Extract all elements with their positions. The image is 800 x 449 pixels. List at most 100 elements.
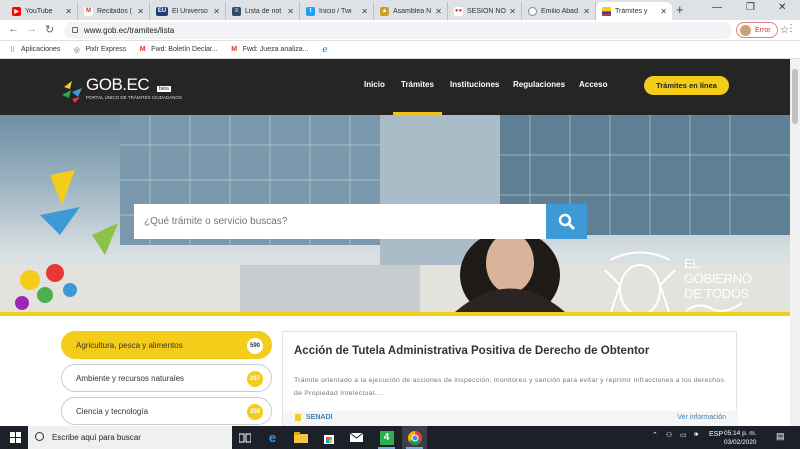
lock-icon [72,27,78,33]
tramite-title[interactable]: Acción de Tutela Administrativa Positiva… [294,345,649,357]
ecuador-flag-icon [602,6,611,16]
bookmark-edge[interactable]: ℯ [320,44,333,54]
search-icon [35,432,44,441]
gmail-icon: M [139,46,146,53]
maximize-button[interactable]: ❐ [746,2,755,13]
file-explorer-icon[interactable] [288,426,313,449]
close-icon[interactable]: ✕ [583,7,590,16]
browser-tab[interactable]: EU El Universo ✕ [150,2,226,20]
nav-tramites[interactable]: Trámites [393,80,442,115]
address-bar: ← → ↻ www.gob.ec/tramites/lista ☆ Error … [0,20,800,41]
tramite-description: Trámite orientado a la ejecución de acci… [294,377,725,397]
tray-chevron-icon[interactable]: ⌃ [652,431,658,439]
search-button[interactable] [546,204,587,239]
web-page: GOB.EC beta PORTAL ÚNICO DE TRÁMITES CIU… [0,59,790,426]
youtube-icon: ▶ [12,6,21,16]
count-badge: 267 [247,371,263,387]
close-icon[interactable]: ✕ [435,7,442,16]
windows-taskbar: Escribe aquí para buscar e 4 ⌃ ⚇ ▭ 🕪 ESP… [0,426,800,449]
page-scrollbar[interactable] [790,59,800,426]
bookmark-apps[interactable]: ⠿ Aplicaciones [8,45,60,54]
window-close-button[interactable]: ✕ [778,2,786,13]
volume-icon[interactable]: 🕪 [694,431,698,439]
back-button[interactable]: ← [8,23,19,35]
bookmark-pixlr[interactable]: ◎ Pixlr Express [72,45,126,54]
close-icon[interactable]: ✕ [509,7,516,16]
network-icon[interactable]: ▭ [680,431,687,439]
browser-tab[interactable]: t Inicio / Twi ✕ [300,2,374,20]
count-badge: 590 [247,338,263,354]
tramite-card[interactable]: Acción de Tutela Administrativa Positiva… [282,331,738,426]
close-icon[interactable]: ✕ [660,7,667,16]
nav-instituciones[interactable]: Instituciones [450,80,499,89]
apps-grid-icon: ⠿ [9,46,16,54]
browser-tab[interactable]: ≡ Lista de not ✕ [226,2,300,20]
search-input[interactable] [134,204,546,239]
edge-icon: ℯ [322,44,328,54]
url-field[interactable]: www.gob.ec/tramites/lista ☆ [64,22,789,39]
gobec-logo[interactable]: GOB.EC beta PORTAL ÚNICO DE TRÁMITES CIU… [60,73,190,103]
close-icon[interactable]: ✕ [213,7,220,16]
gmail-icon: M [84,6,93,16]
meet-icon: ●● [454,6,463,16]
bookmarks-bar: ⠿ Aplicaciones ◎ Pixlr Express M Fwd: Bolet… [0,41,800,59]
bookmark-gmail-1[interactable]: M Fwd: Boletín Declar... [138,45,218,54]
bird-logo-icon [62,81,82,103]
browser-tab[interactable]: ●● SESIÓN NO ✕ [448,2,522,20]
ver-informacion-link[interactable]: Ver información [677,414,726,421]
institution-label[interactable]: SENADI [295,414,332,421]
search-icon [558,213,575,230]
close-icon[interactable]: ✕ [287,7,294,16]
tramite-footer: SENADI Ver información [283,411,738,426]
browser-tab[interactable]: Emilio Abad ✕ [522,2,596,20]
app-4-icon[interactable]: 4 [374,426,399,449]
pixlr-icon: ◎ [73,46,80,54]
minimize-button[interactable]: — [712,2,722,13]
browser-tab[interactable]: ▶ YouTube ✕ [6,2,78,20]
nav-regulaciones[interactable]: Regulaciones [513,80,565,89]
category-ambiente[interactable]: Ambiente y recursos naturales 267 [61,364,272,392]
twitter-icon: t [306,6,315,16]
el-gobierno-de-todos-logo: EL GOBIERNO DE TODOS [684,256,752,316]
chrome-icon[interactable] [402,426,427,449]
close-icon[interactable]: ✕ [137,7,144,16]
notifications-icon[interactable]: ▤ [776,431,785,442]
eu-icon: EU [156,6,168,16]
scrollbar-thumb[interactable] [792,69,798,124]
store-icon[interactable] [316,426,341,449]
clock[interactable]: 05:14 p. m. 03/02/2020 [724,429,757,447]
bookmark-gmail-2[interactable]: M Fwd: Jueza analiza... [230,45,308,54]
windows-start-icon[interactable] [10,432,21,443]
browser-tab-bar: ▶ YouTube ✕ M Recibidos (✕ EU El Universo ✕ ≡… [0,0,800,20]
nav-acceso[interactable]: Acceso [579,80,607,89]
browser-tab[interactable]: ▲ Asamblea N ✕ [374,2,448,20]
chrome-menu-icon[interactable]: ⋮ [786,23,796,34]
reload-button[interactable]: ↻ [45,23,54,36]
gmail-icon: M [231,46,238,53]
site-icon [528,6,537,16]
people-icon[interactable]: ⚇ [666,431,672,439]
category-ciencia[interactable]: Ciencia y tecnología 258 [61,397,272,425]
task-view-icon[interactable] [232,426,257,449]
nav-inicio[interactable]: Inicio [364,80,385,89]
site-header: GOB.EC beta PORTAL ÚNICO DE TRÁMITES CIU… [0,59,790,115]
count-badge: 258 [247,404,263,420]
asamblea-icon: ▲ [380,6,389,16]
forward-button[interactable]: → [26,23,37,35]
close-icon[interactable]: ✕ [65,7,72,16]
edge-icon[interactable]: e [260,426,285,449]
new-tab-button[interactable]: + [676,2,684,17]
mail-icon[interactable] [344,426,369,449]
institution-icon [295,414,301,421]
language-indicator[interactable]: ESP [709,431,723,438]
avatar [740,24,751,36]
profile-button[interactable]: Error [736,22,778,38]
category-agricultura[interactable]: Agricultura, pesca y alimentos 590 [61,331,272,359]
close-icon[interactable]: ✕ [361,7,368,16]
browser-tab-active[interactable]: Trámites y ✕ [596,2,672,20]
tramites-content: Agricultura, pesca y alimentos 590 Ambien… [0,316,790,426]
list-icon: ≡ [232,6,241,16]
taskbar-search-input[interactable]: Escribe aquí para buscar [28,426,232,449]
browser-tab[interactable]: M Recibidos (✕ [78,2,150,20]
tramites-en-linea-button[interactable]: Trámites en línea [644,76,729,95]
